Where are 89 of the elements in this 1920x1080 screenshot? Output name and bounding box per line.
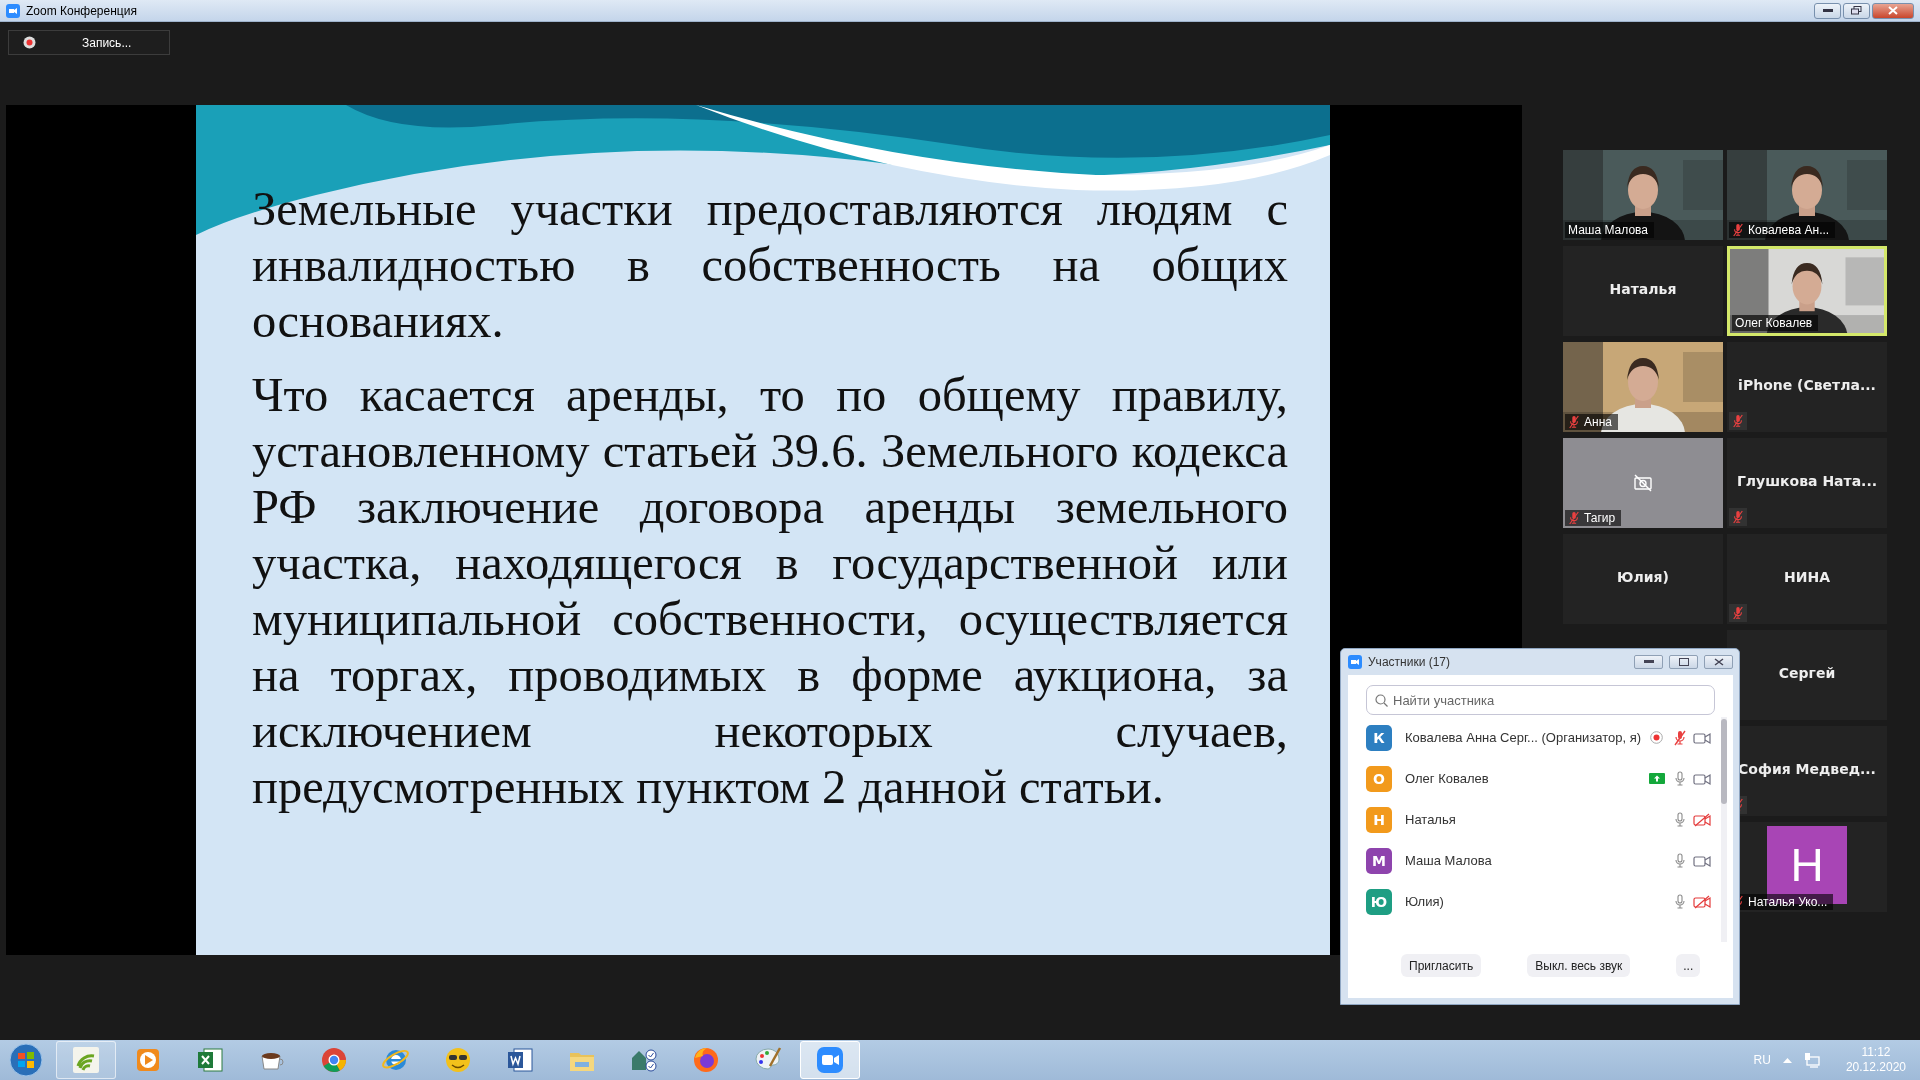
participant-name: Маша Малова	[1405, 853, 1493, 868]
maximize-icon	[1678, 658, 1689, 666]
participant-name: Маша Малова	[1568, 223, 1648, 237]
participant-name: Наталья	[1608, 281, 1678, 299]
participant-row[interactable]: О Олег Ковалев	[1366, 758, 1717, 799]
microphone-icon[interactable]	[1673, 770, 1687, 787]
record-icon	[23, 36, 36, 49]
scrollbar-thumb[interactable]	[1721, 719, 1727, 804]
play-icon[interactable]	[137, 1049, 159, 1071]
signal-bars-icon[interactable]	[73, 1047, 99, 1073]
close-icon	[1713, 658, 1724, 666]
camera-off-icon[interactable]	[1693, 894, 1711, 909]
palette-icon[interactable]	[755, 1047, 782, 1070]
participant-name: НИНА	[1783, 569, 1831, 587]
video-tile[interactable]: Анна	[1563, 342, 1723, 432]
participant-name: Глушкова Ната...	[1735, 473, 1879, 491]
avatar: Ю	[1366, 888, 1392, 915]
camera-off-icon[interactable]	[1693, 812, 1711, 827]
date: 20.12.2020	[1845, 1060, 1906, 1075]
document-icon[interactable]	[508, 1048, 533, 1072]
minimize-button[interactable]	[1634, 655, 1663, 669]
participant-row[interactable]: К Ковалева Анна Серг... (Организатор, я)	[1366, 717, 1717, 758]
video-tile[interactable]: iPhone (Светла...	[1727, 342, 1887, 432]
window-title: Участники (17)	[1368, 655, 1451, 669]
video-tile[interactable]: Олег Ковалев	[1727, 246, 1887, 336]
camera-off-icon	[1633, 474, 1653, 492]
search-field[interactable]: Найти участника	[1366, 685, 1715, 715]
browser-icon[interactable]	[382, 1049, 409, 1070]
minimize-icon	[1822, 8, 1833, 13]
video-tile[interactable]: Глушкова Ната...	[1727, 438, 1887, 528]
video-camera-icon	[1348, 655, 1362, 669]
video-tile[interactable]: Тагир	[1563, 438, 1723, 528]
panel-button[interactable]: Выкл. весь звук	[1527, 954, 1631, 977]
participant-name: Наталья Уко...	[1748, 895, 1828, 909]
window-title: Zoom Конференция	[26, 3, 138, 18]
time: 11:12	[1861, 1045, 1891, 1060]
video-camera-icon[interactable]	[1693, 771, 1711, 786]
participant-row[interactable]: Ю Юлия)	[1366, 881, 1717, 922]
close-button[interactable]	[1704, 655, 1733, 669]
video-camera-icon[interactable]	[1693, 853, 1711, 868]
video-camera-icon[interactable]	[817, 1047, 843, 1073]
avatar: Н	[1366, 806, 1392, 833]
participant-name: Ковалева Анна Серг... (Организатор, я)	[1405, 730, 1643, 745]
participant-name: Тагир	[1584, 511, 1616, 525]
video-tile[interactable]: Ковалева Ан...	[1727, 150, 1887, 240]
avatar: О	[1366, 765, 1392, 792]
participant-name: Олег Ковалев	[1405, 771, 1490, 786]
minimize-button[interactable]	[1814, 2, 1841, 19]
video-camera-icon	[6, 3, 20, 18]
spreadsheet-icon[interactable]	[198, 1048, 223, 1072]
microphone-icon[interactable]	[1673, 852, 1687, 869]
microphone-icon[interactable]	[1673, 811, 1687, 828]
start-orb-icon[interactable]	[8, 1042, 44, 1078]
video-tile[interactable]: Маша Малова	[1563, 150, 1723, 240]
restore-button[interactable]	[1843, 2, 1870, 19]
minimize-icon	[1643, 660, 1654, 664]
restore-icon	[1851, 6, 1862, 15]
video-tile[interactable]: Юлия)	[1563, 534, 1723, 624]
participant-name: iPhone (Светла...	[1737, 377, 1877, 395]
panel-button[interactable]: ...	[1676, 954, 1701, 977]
participant-name: Ковалева Ан...	[1748, 223, 1830, 237]
avatar: М	[1366, 847, 1392, 874]
panel-button[interactable]: Пригласить	[1401, 954, 1482, 977]
participant-name: Анна	[1584, 415, 1612, 429]
smiley-icon[interactable]	[446, 1048, 470, 1072]
participant-name: Юлия)	[1405, 894, 1445, 909]
browser-icon[interactable]	[322, 1048, 346, 1072]
fox-browser-icon[interactable]	[694, 1048, 718, 1072]
video-tile[interactable]: Сергей	[1727, 630, 1887, 720]
video-tile[interactable]: НИНА	[1727, 534, 1887, 624]
participant-row[interactable]: М Маша Малова	[1366, 840, 1717, 881]
maximize-button[interactable]	[1669, 655, 1698, 669]
close-icon	[1888, 6, 1898, 15]
participant-name: Олег Ковалев	[1735, 316, 1813, 330]
record-button[interactable]: Запись...	[8, 30, 170, 55]
participant-name: София Медвед...	[1737, 761, 1877, 779]
participant-name: Юлия)	[1616, 569, 1670, 587]
microphone-icon[interactable]	[1673, 893, 1687, 910]
avatar: К	[1366, 724, 1392, 751]
cup-icon[interactable]	[261, 1053, 284, 1070]
participant-row[interactable]: Н Наталья	[1366, 799, 1717, 840]
video-camera-icon[interactable]	[1693, 730, 1711, 745]
slide-paragraph: Земельные участки предоставляются людям с инвалидностью в собственность на общих основаниях.	[252, 181, 1288, 349]
house-checklist-icon[interactable]	[632, 1049, 657, 1072]
participant-name: Наталья	[1405, 812, 1457, 827]
close-button[interactable]	[1872, 2, 1914, 19]
slide-paragraph: Что касается аренды, то по общему правилу, установленному статьей 39.6. Земельного кодекса РФ заключение договора аренды земельного участка, находящегося в государственной или муниципальной собственности, осуществляется на торгах, проводимых в форме аукциона, за исключением некоторых случаев, предусмотренных пунктом 2 данной статьи.	[252, 367, 1288, 815]
video-tile[interactable]: Наталья	[1563, 246, 1723, 336]
participant-name: Сергей	[1777, 665, 1837, 683]
